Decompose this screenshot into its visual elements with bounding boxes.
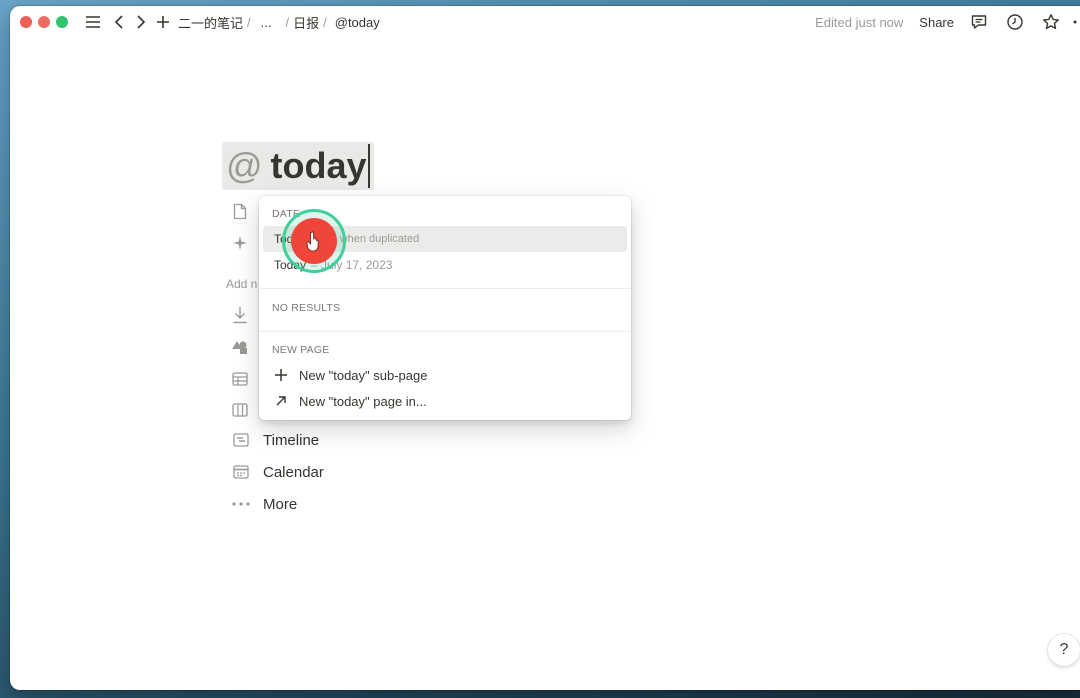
more-options-icon[interactable] [1072, 11, 1080, 33]
breadcrumb-item[interactable]: 日报 [291, 13, 321, 32]
favorite-star-icon[interactable] [1040, 11, 1062, 33]
edited-status: Edited just now [815, 14, 904, 30]
plus-icon [273, 367, 289, 383]
import-icon[interactable] [231, 306, 249, 324]
text-caret [367, 144, 370, 188]
back-arrow-icon[interactable] [108, 11, 130, 33]
arrow-up-right-icon [273, 393, 289, 409]
breadcrumb-item[interactable]: 二一的笔记 [176, 13, 245, 32]
empty-page-icon[interactable] [231, 202, 249, 220]
help-button[interactable]: ? [1048, 634, 1080, 666]
breadcrumb-item[interactable]: ... [259, 15, 274, 30]
templates-shapes-icon[interactable] [231, 338, 249, 356]
top-bar-actions: Edited just now Share [815, 6, 1080, 38]
page-title[interactable]: @ today [222, 142, 374, 190]
updates-clock-icon[interactable] [1004, 11, 1026, 33]
block-option-calendar[interactable]: Calendar [231, 460, 324, 484]
page-title-text: today [270, 145, 367, 186]
mention-at-symbol: @ [226, 145, 263, 186]
zoom-window-button[interactable] [56, 16, 68, 28]
breadcrumb-separator: / [323, 14, 327, 30]
block-option-label: Timeline [263, 431, 320, 449]
more-icon [231, 494, 251, 514]
top-bar: 二一的笔记 / ... / 日报 / @today Edited just no… [10, 6, 1080, 38]
new-sub-page-option[interactable]: New "today" sub-page [263, 362, 627, 388]
table-icon[interactable] [231, 370, 249, 388]
pointer-hand-icon [306, 231, 319, 252]
app-window: 二一的笔记 / ... / 日报 / @today Edited just no… [10, 6, 1080, 690]
no-results-label: NO RESULTS [272, 302, 341, 314]
close-window-button[interactable] [20, 16, 32, 28]
breadcrumb-separator: / [247, 14, 251, 30]
block-option-label: More [263, 495, 298, 513]
new-page-in-label: New "today" page in... [299, 393, 427, 409]
breadcrumb-current[interactable]: @today [333, 15, 382, 30]
new-page-plus-icon[interactable] [152, 11, 174, 33]
breadcrumb-separator: / [285, 14, 290, 30]
timeline-icon [231, 430, 251, 450]
new-page-section-label: NEW PAGE [272, 344, 330, 356]
ai-sparkle-icon[interactable] [231, 234, 249, 252]
menu-divider [259, 331, 631, 332]
calendar-icon [231, 462, 251, 482]
menu-divider [259, 288, 631, 289]
block-option-more[interactable]: More [231, 492, 297, 516]
window-controls [20, 16, 68, 28]
forward-arrow-icon[interactable] [130, 11, 152, 33]
new-sub-page-label: New "today" sub-page [299, 367, 428, 383]
minimize-window-button[interactable] [38, 16, 50, 28]
block-option-label: Calendar [263, 463, 324, 481]
share-button[interactable]: Share [919, 15, 954, 30]
board-icon[interactable] [231, 401, 249, 419]
breadcrumb: 二一的笔记 / ... / 日报 / @today [176, 13, 382, 32]
block-option-timeline[interactable]: Timeline [231, 428, 319, 452]
comments-icon[interactable] [968, 11, 990, 33]
add-new-label: Add n [226, 277, 258, 291]
new-page-in-option[interactable]: New "today" page in... [263, 388, 627, 414]
sidebar-menu-icon[interactable] [82, 11, 104, 33]
